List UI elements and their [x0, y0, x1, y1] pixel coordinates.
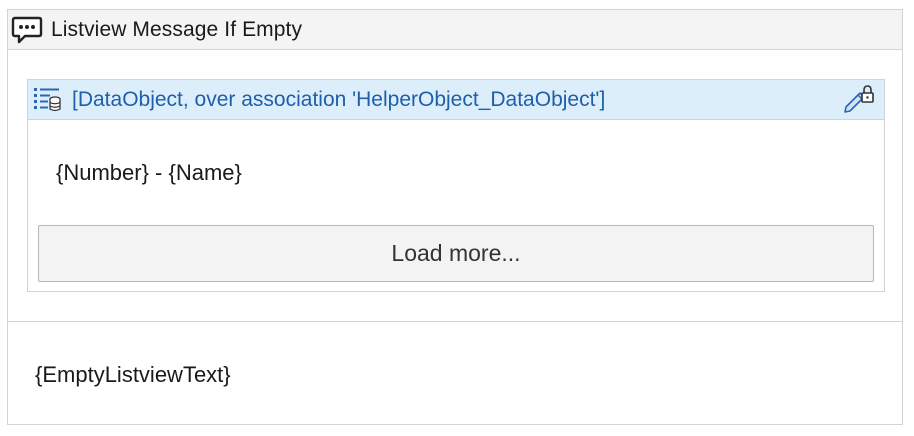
empty-listview-text: {EmptyListviewText}: [35, 362, 231, 387]
edit-lock-icon[interactable]: [843, 83, 877, 115]
datasource-bar[interactable]: [DataObject, over association 'HelperObj…: [28, 80, 884, 120]
widget-header[interactable]: Listview Message If Empty: [8, 10, 902, 50]
listview[interactable]: [DataObject, over association 'HelperObj…: [27, 79, 885, 292]
item-template-text: {Number} - {Name}: [56, 160, 242, 185]
speech-bubble-icon: [11, 16, 43, 44]
section-divider: [8, 321, 902, 322]
widget-title: Listview Message If Empty: [51, 18, 303, 41]
datasource-label: [DataObject, over association 'HelperObj…: [72, 88, 606, 111]
listview-message-if-empty-widget[interactable]: Listview Message If Empty [DataObject, o…: [7, 9, 903, 425]
list-database-icon: [34, 88, 61, 112]
load-more-button[interactable]: Load more...: [38, 225, 874, 282]
